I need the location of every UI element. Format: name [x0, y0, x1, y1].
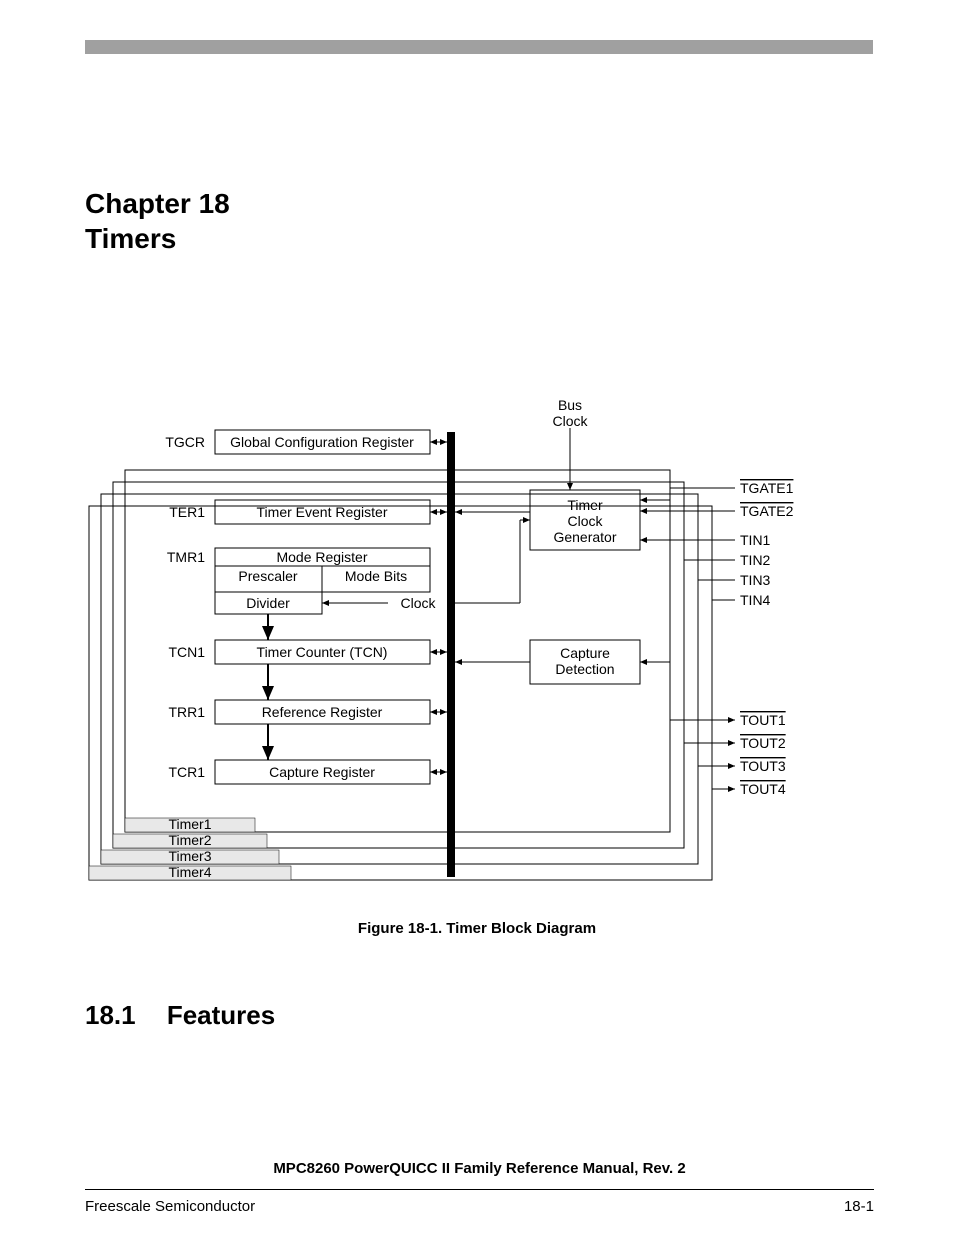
tout2-pin: TOUT2 [740, 735, 786, 751]
svg-text:Mode Bits: Mode Bits [345, 568, 407, 584]
svg-text:Timer4: Timer4 [168, 864, 211, 880]
svg-text:TIN1: TIN1 [740, 532, 771, 548]
svg-text:TOUT4: TOUT4 [740, 781, 786, 797]
tgate2-pin: TGATE2 [740, 503, 794, 519]
svg-text:TCR1: TCR1 [168, 764, 205, 780]
svg-text:Mode Register: Mode Register [276, 549, 367, 565]
svg-text:Capture Register: Capture Register [269, 764, 375, 780]
svg-text:Global Configuration Register: Global Configuration Register [230, 434, 414, 450]
svg-text:TOUT2: TOUT2 [740, 735, 786, 751]
svg-text:TIN2: TIN2 [740, 552, 771, 568]
tin3-pin: TIN3 [740, 572, 771, 588]
timer4-text: Timer4 [168, 864, 211, 880]
section-title: Features [167, 1000, 275, 1030]
modebits-text: Mode Bits [345, 568, 407, 584]
svg-text:Timer3: Timer3 [168, 848, 211, 864]
svg-text:TMR1: TMR1 [167, 549, 205, 565]
tout4-pin: TOUT4 [740, 781, 786, 797]
tout1-pin: TOUT1 [740, 712, 786, 728]
svg-text:Bus: Bus [558, 397, 582, 413]
svg-text:Generator: Generator [553, 529, 616, 545]
svg-text:TGATE2: TGATE2 [740, 503, 794, 519]
svg-text:Divider: Divider [246, 595, 290, 611]
timer-block-diagram: Bus Clock TGCR Global Configuration Regi… [0, 0, 954, 1000]
svg-text:Capture: Capture [560, 645, 610, 661]
svg-text:Detection: Detection [555, 661, 614, 677]
cap-l1: Capture [560, 645, 610, 661]
ref-text: Reference Register [262, 704, 383, 720]
bus-clock-label: Clock [552, 413, 588, 429]
cap-text: Capture Register [269, 764, 375, 780]
svg-text:Timer2: Timer2 [168, 832, 211, 848]
section-heading: 18.1 Features [85, 1000, 275, 1031]
footer-left: Freescale Semiconductor [85, 1198, 255, 1215]
svg-text:TOUT3: TOUT3 [740, 758, 786, 774]
svg-text:Prescaler: Prescaler [238, 568, 297, 584]
tcg-l2: Clock [567, 513, 603, 529]
section-number: 18.1 [85, 1000, 136, 1030]
svg-text:Timer: Timer [567, 497, 603, 513]
timer2-text: Timer2 [168, 832, 211, 848]
prescaler-text: Prescaler [238, 568, 297, 584]
svg-text:TOUT1: TOUT1 [740, 712, 786, 728]
tgate1-pin: TGATE1 [740, 480, 794, 496]
bus-label: Bus [558, 397, 582, 413]
bus-bar [447, 432, 455, 877]
svg-text:TGATE1: TGATE1 [740, 480, 794, 496]
tmr1-label: TMR1 [167, 549, 205, 565]
svg-text:TIN3: TIN3 [740, 572, 771, 588]
trr1-label: TRR1 [168, 704, 205, 720]
tcg-l1: Timer [567, 497, 603, 513]
clock-text: Clock [400, 595, 436, 611]
tcg-l3: Generator [553, 529, 616, 545]
svg-text:TGCR: TGCR [165, 434, 205, 450]
tin2-pin: TIN2 [740, 552, 771, 568]
footer-center: MPC8260 PowerQUICC II Family Reference M… [85, 1160, 874, 1177]
footer-right: 18-1 [844, 1198, 874, 1215]
svg-text:Clock: Clock [400, 595, 436, 611]
svg-text:TIN4: TIN4 [740, 592, 771, 608]
tcn-text: Timer Counter (TCN) [257, 644, 388, 660]
tgcr-label: TGCR [165, 434, 205, 450]
svg-text:TRR1: TRR1 [168, 704, 205, 720]
svg-text:Clock: Clock [552, 413, 588, 429]
timer1-text: Timer1 [168, 816, 211, 832]
figure-caption: Figure 18-1. Timer Block Diagram [0, 920, 954, 937]
svg-text:TCN1: TCN1 [168, 644, 205, 660]
tin1-pin: TIN1 [740, 532, 771, 548]
svg-text:Timer Counter (TCN): Timer Counter (TCN) [257, 644, 388, 660]
svg-text:Reference Register: Reference Register [262, 704, 383, 720]
svg-text:Clock: Clock [567, 513, 603, 529]
pin-labels: TGATE1 TGATE2 TIN1 TIN2 TIN3 TIN4 TOUT1 … [740, 480, 794, 797]
tcn1-label: TCN1 [168, 644, 205, 660]
gcr-text: Global Configuration Register [230, 434, 414, 450]
divider-text: Divider [246, 595, 290, 611]
tin4-pin: TIN4 [740, 592, 771, 608]
cap-l2: Detection [555, 661, 614, 677]
footer-rule [85, 1189, 874, 1190]
mode-reg-text: Mode Register [276, 549, 367, 565]
timer3-text: Timer3 [168, 848, 211, 864]
tcr1-label: TCR1 [168, 764, 205, 780]
svg-text:Timer1: Timer1 [168, 816, 211, 832]
tout3-pin: TOUT3 [740, 758, 786, 774]
